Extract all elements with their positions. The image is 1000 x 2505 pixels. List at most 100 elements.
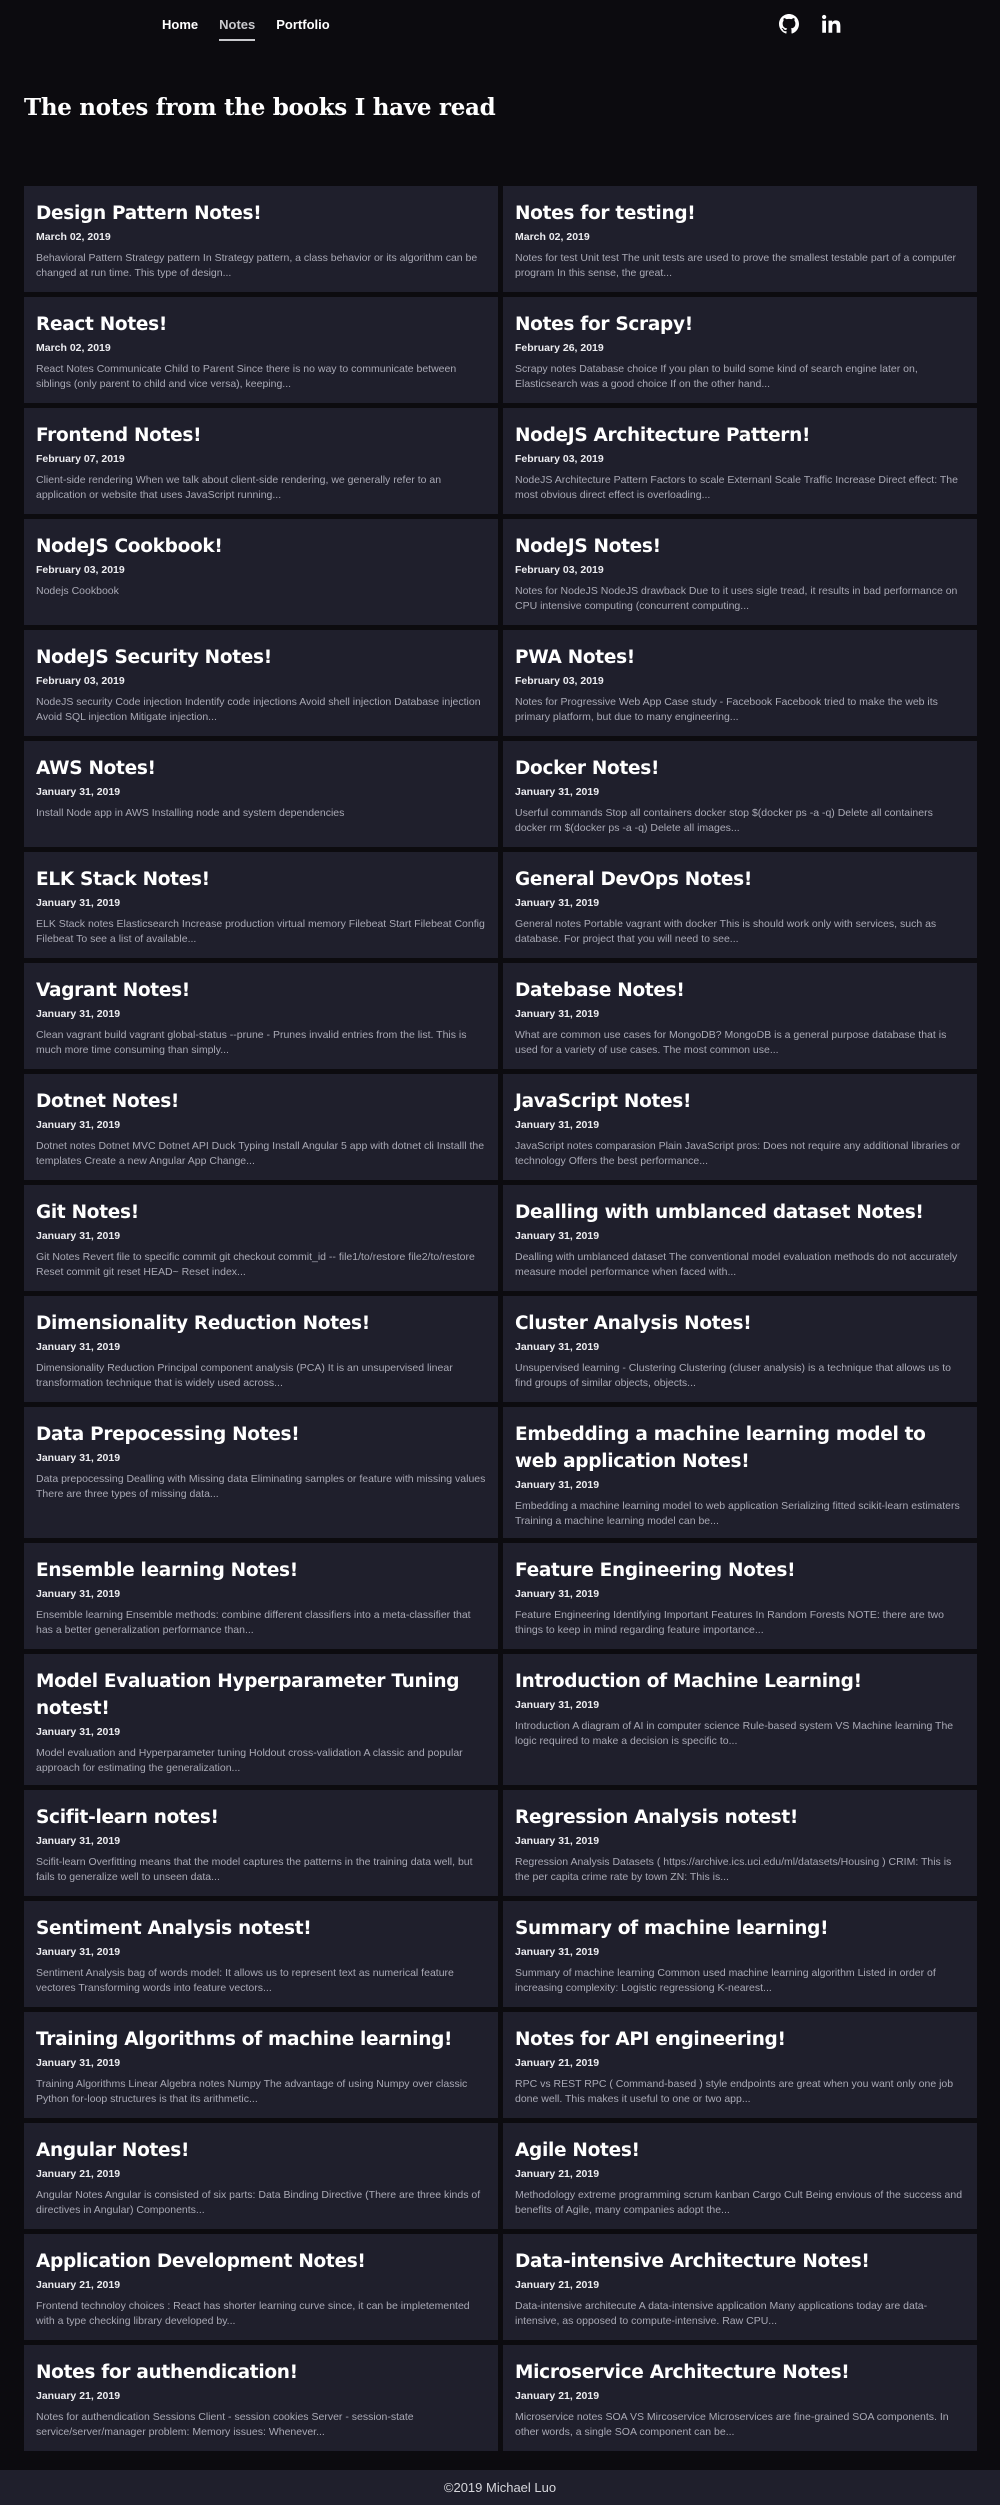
note-card[interactable]: ELK Stack Notes! January 31, 2019 ELK Stac…	[24, 852, 498, 958]
note-title[interactable]: Git Notes!	[36, 1199, 486, 1226]
nav-link-home[interactable]: Home	[162, 17, 198, 41]
note-title[interactable]: ELK Stack Notes!	[36, 866, 486, 893]
note-card[interactable]: Regression Analysis notest! January 31, 2…	[503, 1790, 977, 1896]
note-card[interactable]: Cluster Analysis Notes! January 31, 2019 U…	[503, 1296, 977, 1402]
note-title[interactable]: Notes for testing!	[515, 200, 965, 227]
note-title[interactable]: Microservice Architecture Notes!	[515, 2359, 965, 2386]
note-card[interactable]: NodeJS Architecture Pattern! February 03,…	[503, 408, 977, 514]
note-title[interactable]: Notes for Scrapy!	[515, 311, 965, 338]
note-title[interactable]: NodeJS Security Notes!	[36, 644, 486, 671]
note-title[interactable]: Ensemble learning Notes!	[36, 1557, 486, 1584]
note-title[interactable]: Docker Notes!	[515, 755, 965, 782]
note-card[interactable]: Feature Engineering Notes! January 31, 20…	[503, 1543, 977, 1649]
note-date: January 21, 2019	[36, 2390, 121, 2402]
note-card[interactable]: Notes for testing! March 02, 2019 Notes fo…	[503, 186, 977, 292]
note-card[interactable]: JavaScript Notes! January 31, 2019 JavaScr…	[503, 1074, 977, 1180]
note-title[interactable]: Notes for authendication!	[36, 2359, 486, 2386]
note-card[interactable]: Data-intensive Architecture Notes! Januar…	[503, 2234, 977, 2340]
note-excerpt: Sentiment Analysis bag of words model: I…	[36, 1967, 454, 1994]
note-excerpt: Git Notes Revert file to specific commit…	[36, 1251, 475, 1278]
note-card[interactable]: React Notes! March 02, 2019 React Notes Co…	[24, 297, 498, 403]
note-excerpt: JavaScript notes comparasion Plain JavaS…	[515, 1140, 961, 1167]
note-title[interactable]: Design Pattern Notes!	[36, 200, 486, 227]
github-icon[interactable]	[779, 14, 799, 34]
note-title[interactable]: Feature Engineering Notes!	[515, 1557, 965, 1584]
note-excerpt: Model evaluation and Hyperparameter tuni…	[36, 1747, 463, 1774]
note-title[interactable]: Notes for API engineering!	[515, 2026, 965, 2053]
note-card[interactable]: Frontend Notes! February 07, 2019 Client-s…	[24, 408, 498, 514]
note-title[interactable]: Dealling with umblanced dataset Notes!	[515, 1199, 965, 1226]
note-title[interactable]: Data Prepocessing Notes!	[36, 1421, 486, 1448]
note-title[interactable]: React Notes!	[36, 311, 486, 338]
note-date: January 31, 2019	[36, 1726, 121, 1738]
note-title[interactable]: Model Evaluation Hyperparameter Tuning n…	[36, 1668, 486, 1722]
note-title[interactable]: NodeJS Architecture Pattern!	[515, 422, 965, 449]
note-title[interactable]: Embedding a machine learning model to we…	[515, 1421, 965, 1475]
note-excerpt: General notes Portable vagrant with dock…	[515, 918, 937, 945]
note-card[interactable]: Angular Notes! January 21, 2019 Angular No…	[24, 2123, 498, 2229]
note-title[interactable]: Sentiment Analysis notest!	[36, 1915, 486, 1942]
linkedin-icon[interactable]	[821, 14, 841, 34]
note-title[interactable]: Data-intensive Architecture Notes!	[515, 2248, 965, 2275]
note-card[interactable]: Agile Notes! January 21, 2019 Methodology …	[503, 2123, 977, 2229]
note-title[interactable]: Scifit-learn notes!	[36, 1804, 486, 1831]
note-card[interactable]: Microservice Architecture Notes! January …	[503, 2345, 977, 2451]
note-excerpt: Training Algorithms Linear Algebra notes…	[36, 2078, 468, 2105]
note-date: February 03, 2019	[36, 564, 125, 576]
note-title[interactable]: Angular Notes!	[36, 2137, 486, 2164]
note-card[interactable]: Design Pattern Notes! March 02, 2019 Behav…	[24, 186, 498, 292]
note-title[interactable]: Regression Analysis notest!	[515, 1804, 965, 1831]
note-card[interactable]: Embedding a machine learning model to we…	[503, 1407, 977, 1538]
note-card[interactable]: NodeJS Notes! February 03, 2019 Notes for …	[503, 519, 977, 625]
nav-link-notes[interactable]: Notes	[219, 17, 256, 41]
note-card[interactable]: Scifit-learn notes! January 31, 2019 Scifi…	[24, 1790, 498, 1896]
note-excerpt: Regression Analysis Datasets ( https://a…	[515, 1856, 952, 1883]
note-title[interactable]: Agile Notes!	[515, 2137, 965, 2164]
note-card[interactable]: PWA Notes! February 03, 2019 Notes for Pro…	[503, 630, 977, 736]
note-title[interactable]: Application Development Notes!	[36, 2248, 486, 2275]
note-card[interactable]: Data Prepocessing Notes! January 31, 2019…	[24, 1407, 498, 1538]
note-card[interactable]: Dimensionality Reduction Notes! January 3…	[24, 1296, 498, 1402]
note-excerpt: Notes for authendication Sessions Client…	[36, 2411, 414, 2438]
note-title[interactable]: Frontend Notes!	[36, 422, 486, 449]
note-title[interactable]: PWA Notes!	[515, 644, 965, 671]
note-card[interactable]: Application Development Notes! January 21…	[24, 2234, 498, 2340]
note-title[interactable]: Introduction of Machine Learning!	[515, 1668, 965, 1695]
note-card[interactable]: Vagrant Notes! January 31, 2019 Clean vagr…	[24, 963, 498, 1069]
note-title[interactable]: NodeJS Cookbook!	[36, 533, 486, 560]
note-title[interactable]: Cluster Analysis Notes!	[515, 1310, 965, 1337]
note-date: January 31, 2019	[36, 1835, 121, 1847]
note-date: January 31, 2019	[515, 1119, 600, 1131]
note-card[interactable]: Notes for authendication! January 21, 201…	[24, 2345, 498, 2451]
note-title[interactable]: JavaScript Notes!	[515, 1088, 965, 1115]
note-card[interactable]: Training Algorithms of machine learning!…	[24, 2012, 498, 2118]
note-card[interactable]: Notes for Scrapy! February 26, 2019 Scrapy…	[503, 297, 977, 403]
note-title[interactable]: Dotnet Notes!	[36, 1088, 486, 1115]
note-title[interactable]: NodeJS Notes!	[515, 533, 965, 560]
note-card[interactable]: Git Notes! January 31, 2019 Git Notes Reve…	[24, 1185, 498, 1291]
note-title[interactable]: Vagrant Notes!	[36, 977, 486, 1004]
note-card[interactable]: Dotnet Notes! January 31, 2019 Dotnet note…	[24, 1074, 498, 1180]
note-card[interactable]: Summary of machine learning! January 31, …	[503, 1901, 977, 2007]
note-card[interactable]: AWS Notes! January 31, 2019 Install Node a…	[24, 741, 498, 847]
note-card[interactable]: Ensemble learning Notes! January 31, 2019…	[24, 1543, 498, 1649]
note-card[interactable]: NodeJS Cookbook! February 03, 2019 Nodejs …	[24, 519, 498, 625]
note-excerpt: Feature Engineering Identifying Importan…	[515, 1609, 944, 1636]
note-title[interactable]: Training Algorithms of machine learning!	[36, 2026, 486, 2053]
note-card[interactable]: General DevOps Notes! January 31, 2019 Gen…	[503, 852, 977, 958]
note-card[interactable]: Sentiment Analysis notest! January 31, 20…	[24, 1901, 498, 2007]
nav-link-portfolio[interactable]: Portfolio	[276, 17, 329, 41]
note-card[interactable]: Introduction of Machine Learning! January…	[503, 1654, 977, 1785]
note-title[interactable]: Datebase Notes!	[515, 977, 965, 1004]
note-card[interactable]: Model Evaluation Hyperparameter Tuning n…	[24, 1654, 498, 1785]
note-card[interactable]: Docker Notes! January 31, 2019 Userful com…	[503, 741, 977, 847]
note-card[interactable]: Dealling with umblanced dataset Notes! Ja…	[503, 1185, 977, 1291]
note-title[interactable]: Dimensionality Reduction Notes!	[36, 1310, 486, 1337]
note-card[interactable]: Notes for API engineering! January 21, 20…	[503, 2012, 977, 2118]
note-title[interactable]: Summary of machine learning!	[515, 1915, 965, 1942]
note-date: January 31, 2019	[36, 1452, 121, 1464]
note-title[interactable]: General DevOps Notes!	[515, 866, 965, 893]
note-card[interactable]: NodeJS Security Notes! February 03, 2019 N…	[24, 630, 498, 736]
note-card[interactable]: Datebase Notes! January 31, 2019 What are …	[503, 963, 977, 1069]
note-title[interactable]: AWS Notes!	[36, 755, 486, 782]
